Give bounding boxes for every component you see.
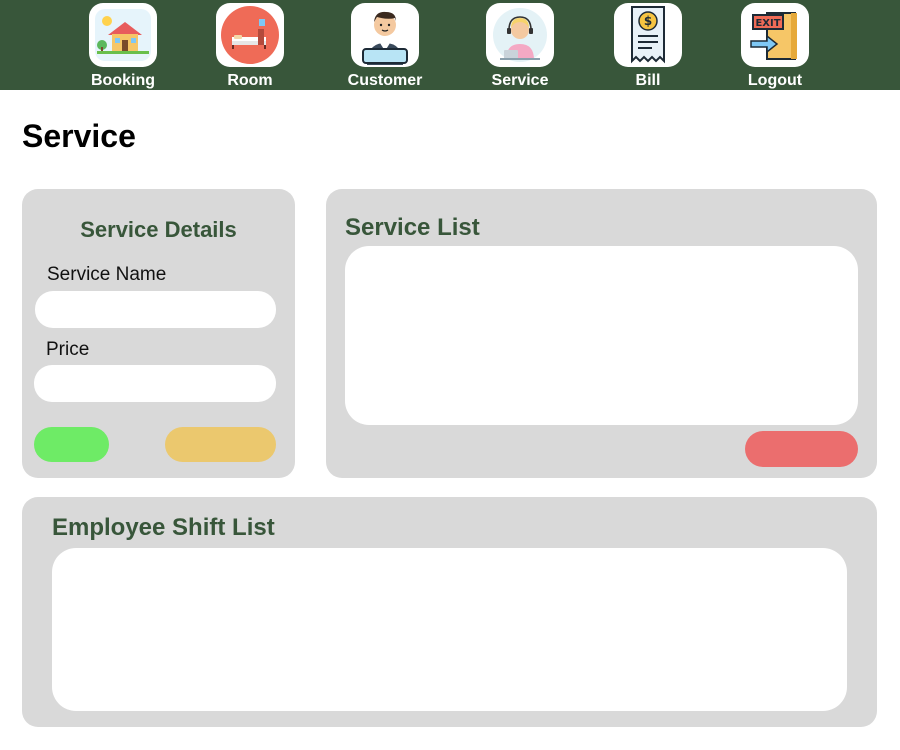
support-agent-icon [486, 3, 554, 67]
service-details-panel: Service Details Service Name Price [22, 189, 295, 478]
service-name-input[interactable] [35, 291, 276, 328]
service-details-title: Service Details [80, 217, 237, 242]
bed-icon [216, 3, 284, 67]
nav-label: Customer [347, 72, 423, 89]
employee-shift-list[interactable] [52, 548, 847, 711]
price-label: Price [46, 339, 90, 360]
price-input[interactable] [34, 365, 276, 402]
nav-label: Logout [747, 72, 803, 89]
client-icon [351, 3, 419, 67]
add-button[interactable] [34, 427, 109, 462]
receipt-icon: $ [614, 3, 682, 67]
nav-label: Service [491, 72, 549, 89]
service-list[interactable] [345, 246, 858, 425]
nav-item-service[interactable]: Service [470, 3, 570, 90]
employee-shift-title: Employee Shift List [52, 514, 275, 541]
nav-label: Bill [635, 72, 661, 89]
nav-label: Room [227, 72, 273, 89]
service-list-panel: Service List [326, 189, 877, 478]
service-name-label: Service Name [47, 264, 167, 285]
delete-button[interactable] [745, 431, 858, 467]
employee-shift-panel: Employee Shift List [22, 497, 877, 727]
nav-item-room[interactable]: Room [200, 3, 300, 90]
nav-item-customer[interactable]: Customer [335, 3, 435, 90]
service-list-title: Service List [345, 214, 480, 241]
update-button[interactable] [165, 427, 276, 462]
house-icon [89, 3, 157, 67]
top-nav-bar: Booking Room Customer Service $ Bill EXI… [0, 0, 900, 90]
nav-item-bill[interactable]: $ Bill [598, 3, 698, 90]
exit-icon: EXIT [741, 3, 809, 67]
svg-text:$: $ [644, 14, 652, 28]
nav-label: Booking [91, 72, 155, 89]
svg-text:EXIT: EXIT [755, 18, 780, 29]
page-title: Service [22, 118, 136, 154]
nav-item-booking[interactable]: Booking [73, 3, 173, 90]
nav-item-logout[interactable]: EXIT Logout [725, 3, 825, 90]
